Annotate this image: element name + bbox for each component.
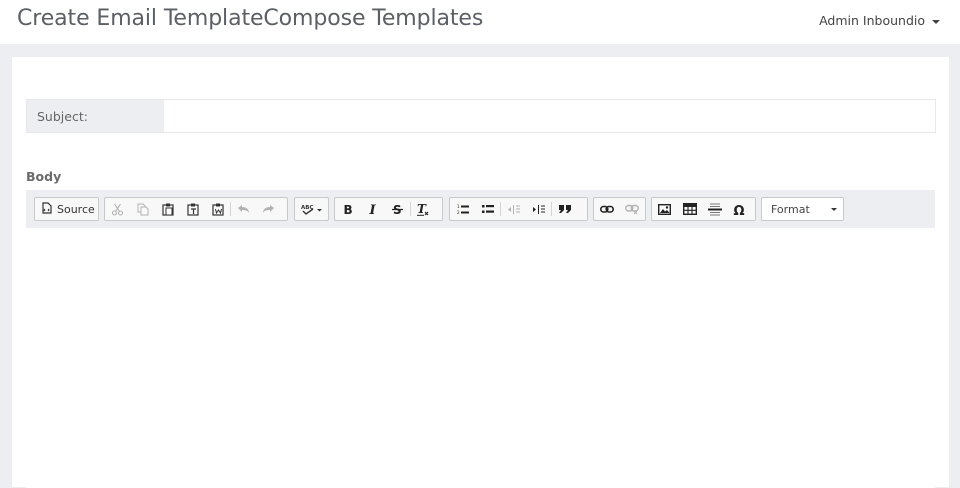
bold-button[interactable]: B — [335, 198, 360, 220]
bulleted-list-icon — [481, 204, 494, 214]
basicstyles-group: B I S T — [334, 197, 443, 221]
link-icon — [599, 205, 614, 214]
copy-button[interactable] — [130, 198, 155, 220]
subject-input[interactable] — [164, 100, 935, 132]
unlink-button[interactable] — [619, 198, 644, 220]
paste-text-icon — [186, 203, 199, 216]
paste-word-icon — [211, 203, 224, 216]
unlink-icon — [624, 204, 639, 215]
cut-icon — [111, 203, 124, 216]
undo-icon — [237, 204, 250, 214]
user-name[interactable]: Admin Inboundio — [819, 13, 925, 28]
horizontal-rule-icon — [707, 203, 722, 216]
source-button[interactable]: Source — [35, 198, 101, 220]
undo-button[interactable] — [231, 198, 256, 220]
source-icon — [41, 201, 52, 217]
image-icon — [658, 203, 671, 215]
format-dropdown[interactable]: Format — [761, 197, 844, 221]
bulleted-list-button[interactable] — [475, 198, 500, 220]
remove-format-button[interactable]: T — [411, 198, 436, 220]
numbered-list-button[interactable]: 12 — [450, 198, 475, 220]
format-label[interactable]: Format — [771, 203, 810, 216]
svg-text:1: 1 — [457, 204, 460, 209]
subject-label: Subject: — [27, 100, 164, 132]
copy-icon — [137, 203, 149, 216]
paragraph-group: 12 — [449, 197, 588, 221]
chevron-down-icon[interactable] — [932, 19, 940, 24]
image-button[interactable] — [652, 198, 677, 220]
paste-word-button[interactable] — [205, 198, 230, 220]
insert-group: Ω — [651, 197, 756, 221]
blockquote-icon — [558, 204, 572, 214]
link-button[interactable] — [594, 198, 619, 220]
body-editor[interactable] — [26, 228, 935, 488]
outdent-button[interactable] — [501, 198, 526, 220]
clipboard-group — [104, 197, 288, 221]
redo-icon — [262, 204, 275, 214]
paste-icon — [161, 203, 174, 216]
italic-icon: I — [368, 203, 378, 215]
spellcheck-group: ABC — [294, 197, 329, 221]
paste-text-button[interactable] — [180, 198, 205, 220]
remove-format-icon: T — [417, 203, 430, 216]
indent-icon — [532, 204, 545, 215]
horizontal-rule-button[interactable] — [702, 198, 727, 220]
spellcheck-button[interactable]: ABC — [295, 198, 328, 220]
bold-icon: B — [343, 203, 353, 215]
special-char-icon: Ω — [733, 203, 746, 216]
table-button[interactable] — [677, 198, 702, 220]
svg-text:B: B — [343, 203, 352, 215]
italic-button[interactable]: I — [360, 198, 385, 220]
table-icon — [682, 203, 697, 215]
caret-down-icon[interactable] — [831, 208, 837, 211]
links-group — [593, 197, 646, 221]
user-menu[interactable]: Admin Inboundio — [819, 13, 940, 28]
paste-button[interactable] — [155, 198, 180, 220]
outdent-icon — [507, 204, 520, 215]
svg-text:I: I — [368, 203, 376, 215]
spellcheck-icon: ABC — [301, 203, 323, 216]
top-bar: Create Email TemplateCompose Templates A… — [0, 0, 960, 44]
special-char-button[interactable]: Ω — [727, 198, 752, 220]
strike-icon: S — [392, 203, 403, 215]
source-label[interactable]: Source — [57, 203, 95, 216]
numbered-list-icon: 12 — [457, 204, 469, 215]
strike-button[interactable]: S — [385, 198, 410, 220]
template-form-panel: Subject: Body Source ABC B I T 1 2 Ω For… — [12, 57, 949, 488]
editor-toolbar: Source ABC B I T 1 2 Ω Format — [26, 190, 935, 228]
subject-row: Subject: — [26, 99, 936, 133]
blockquote-button[interactable] — [552, 198, 577, 220]
redo-button[interactable] — [256, 198, 281, 220]
page-title: Create Email TemplateCompose Templates — [17, 6, 484, 31]
indent-button[interactable] — [526, 198, 551, 220]
cut-button[interactable] — [105, 198, 130, 220]
svg-text:2: 2 — [457, 210, 460, 215]
svg-text:Ω: Ω — [734, 204, 745, 216]
source-group: Source — [34, 197, 99, 221]
body-label: Body — [26, 169, 62, 184]
